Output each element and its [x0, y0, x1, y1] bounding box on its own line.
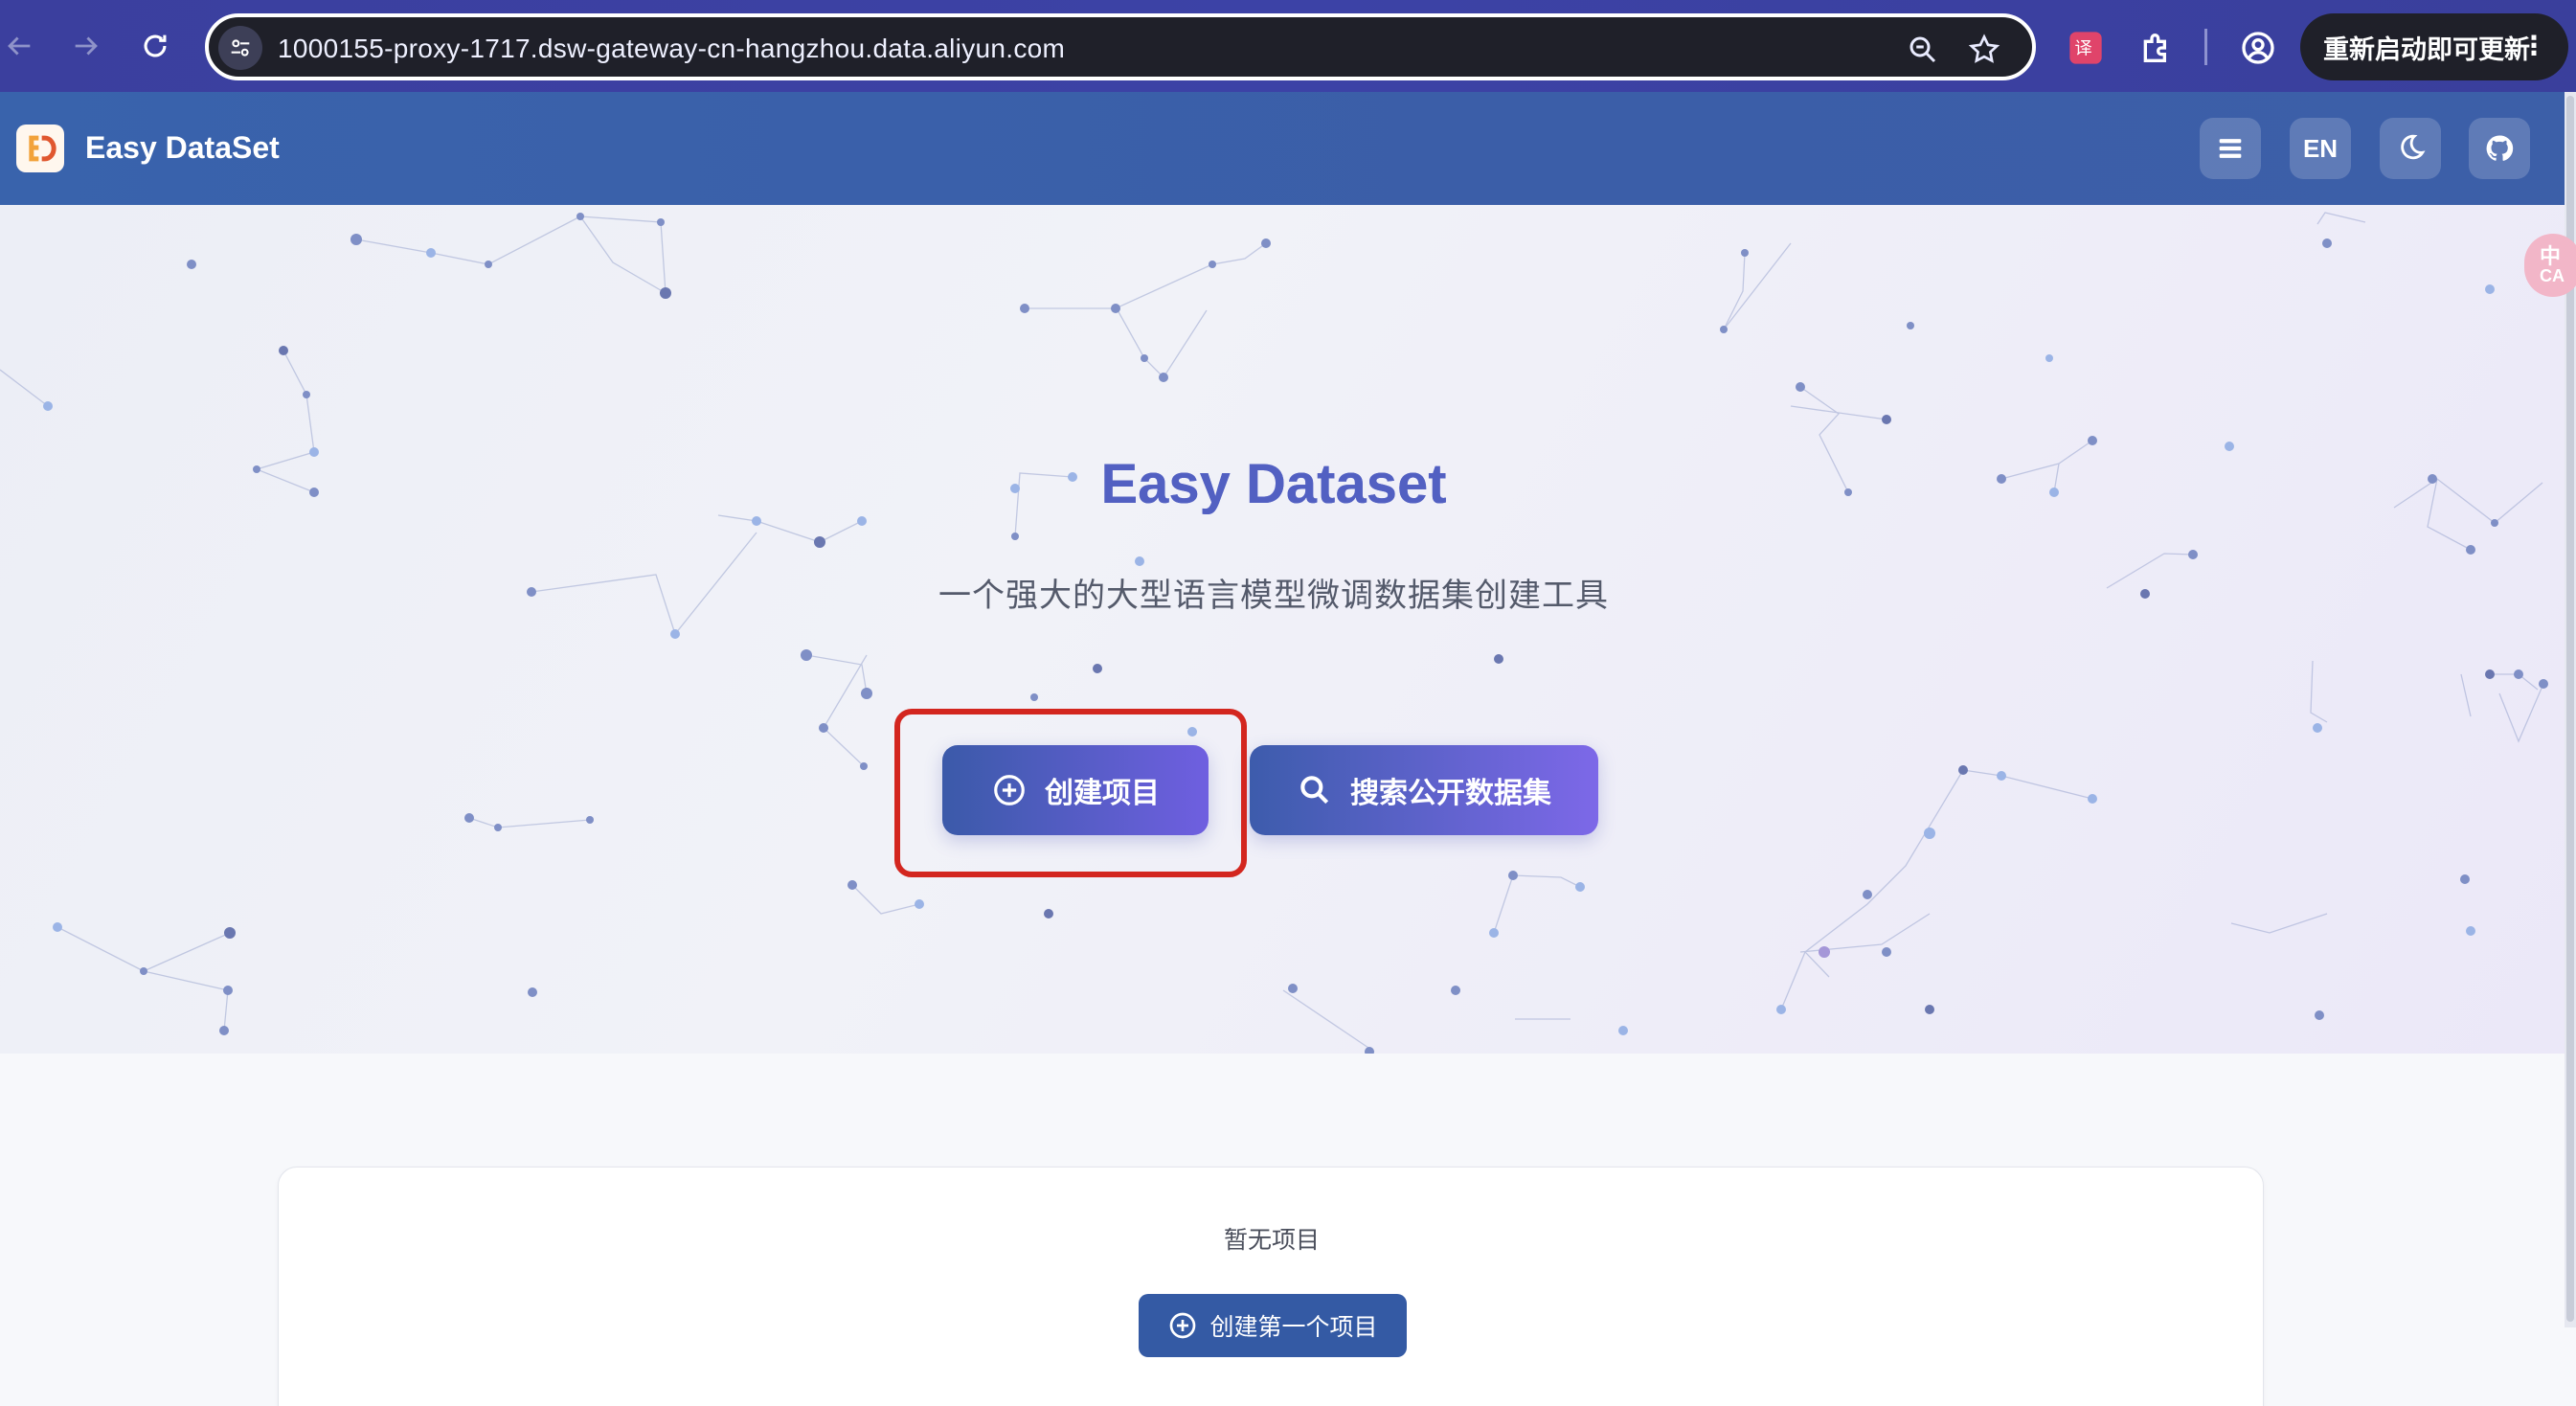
search-datasets-button[interactable]: 搜索公开数据集	[1250, 745, 1598, 835]
bookmark-star-icon[interactable]	[1967, 33, 2001, 67]
arrow-left-icon	[8, 36, 31, 56]
zoom-icon[interactable]	[1906, 33, 1940, 67]
update-button[interactable]: 重新启动即可更新 ⋮	[2300, 13, 2568, 80]
svg-text:译: 译	[2074, 39, 2091, 59]
menu-dots-icon[interactable]: ⋮	[2520, 33, 2547, 59]
arrow-right-icon	[75, 36, 98, 56]
url-text: 1000155-proxy-1717.dsw-gateway-cn-hangzh…	[278, 34, 1066, 63]
create-first-project-button[interactable]: 创建第一个项目	[1139, 1294, 1407, 1357]
site-settings-icon[interactable]	[218, 26, 262, 70]
extensions-puzzle-icon[interactable]	[2137, 29, 2176, 67]
toolbar-divider	[2204, 29, 2207, 65]
hero-subtitle: 一个强大的大型语言模型微调数据集创建工具	[938, 578, 1609, 614]
app-header: Easy DataSet EN	[0, 92, 2576, 205]
search-icon	[1300, 776, 1329, 805]
app-title[interactable]: Easy DataSet	[85, 130, 280, 166]
app-logo[interactable]	[16, 125, 64, 172]
forward-button[interactable]	[63, 23, 109, 69]
hero-title: Easy Dataset	[0, 452, 2547, 516]
update-label: 重新启动即可更新	[2323, 34, 2530, 64]
moon-icon	[2401, 134, 2426, 160]
address-bar[interactable]: 1000155-proxy-1717.dsw-gateway-cn-hangzh…	[205, 13, 2036, 80]
badge-text-1: 中	[2540, 244, 2562, 268]
browser-toolbar: 1000155-proxy-1717.dsw-gateway-cn-hangzh…	[0, 0, 2576, 92]
projects-card: 暂无项目 创建第一个项目	[278, 1167, 2264, 1406]
reload-button[interactable]	[132, 23, 178, 69]
list-icon	[2219, 139, 2242, 158]
github-button[interactable]	[2469, 118, 2530, 179]
profile-icon[interactable]	[2239, 29, 2277, 67]
reload-icon	[144, 34, 167, 57]
github-icon	[2486, 135, 2514, 161]
hero-section: Easy Dataset 一个强大的大型语言模型微调数据集创建工具 创建项目 搜…	[0, 205, 2565, 1054]
network-background	[0, 212, 2548, 1054]
theme-toggle-button[interactable]	[2380, 118, 2441, 179]
translate-floating-badge[interactable]: 中 CA	[2524, 234, 2576, 297]
search-datasets-label: 搜索公开数据集	[1350, 778, 1551, 809]
empty-projects-text: 暂无项目	[1223, 1227, 1320, 1254]
dataset-list-button[interactable]	[2200, 118, 2261, 179]
translate-extension-icon[interactable]: 译	[2067, 29, 2105, 67]
plus-circle-icon	[1170, 1312, 1196, 1339]
logo-icon	[29, 135, 56, 162]
highlight-annotation	[894, 709, 1247, 877]
create-first-project-label: 创建第一个项目	[1209, 1314, 1378, 1341]
badge-text-2: CA	[2540, 266, 2565, 285]
back-button[interactable]	[0, 23, 42, 69]
language-toggle-button[interactable]: EN	[2290, 118, 2351, 179]
